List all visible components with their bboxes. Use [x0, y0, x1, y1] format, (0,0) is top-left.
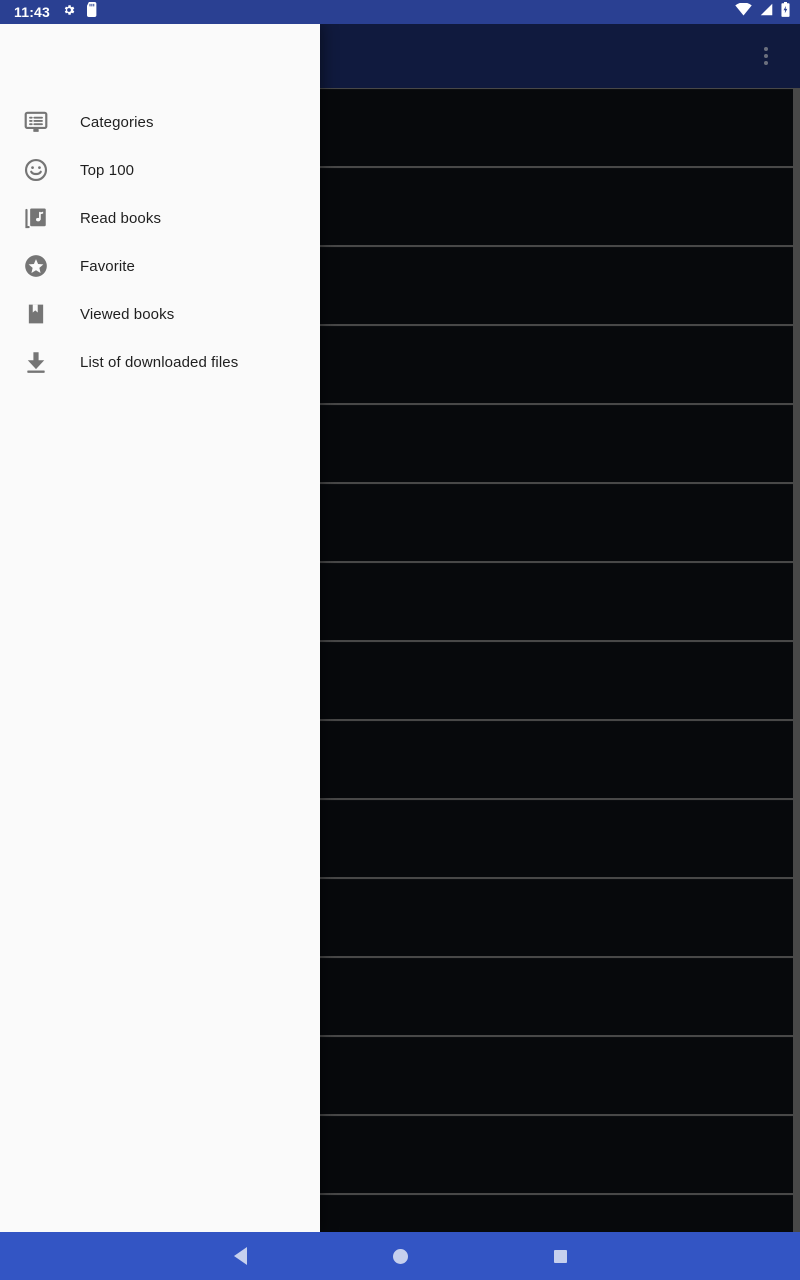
drawer-item-top-100[interactable]: Top 100	[0, 146, 320, 194]
sd-card-icon	[86, 2, 98, 22]
nav-home-button[interactable]	[320, 1232, 480, 1280]
settings-gear-icon	[62, 3, 76, 22]
circle-home-icon	[392, 1248, 408, 1264]
drawer-item-downloaded-files[interactable]: List of downloaded files	[0, 338, 320, 386]
nav-recents-button[interactable]	[480, 1232, 640, 1280]
status-bar-clock: 11:43	[14, 4, 51, 20]
drawer-item-favorite[interactable]: Favorite	[0, 242, 320, 290]
drawer-item-label: Viewed books	[80, 305, 175, 323]
drawer-item-label: List of downloaded files	[80, 353, 239, 371]
square-recents-icon	[553, 1249, 567, 1263]
categories-monitor-icon	[16, 102, 56, 142]
status-bar-system-icons	[735, 2, 790, 22]
download-arrow-icon	[16, 342, 56, 382]
app-screen: Categories Top 100 Read books Favorite V…	[0, 0, 800, 1280]
smiley-face-icon	[16, 150, 56, 190]
music-library-icon	[16, 198, 56, 238]
status-bar-notification-icons	[62, 2, 98, 22]
drawer-item-categories[interactable]: Categories	[0, 98, 320, 146]
drawer-item-label: Read books	[80, 209, 162, 227]
triangle-back-icon	[233, 1247, 247, 1265]
drawer-item-label: Categories	[80, 113, 154, 131]
wifi-icon	[735, 2, 752, 21]
drawer-item-read-books[interactable]: Read books	[0, 194, 320, 242]
drawer-item-viewed-books[interactable]: Viewed books	[0, 290, 320, 338]
navigation-drawer: Categories Top 100 Read books Favorite V…	[0, 24, 320, 1232]
system-navigation-bar	[0, 1232, 800, 1280]
nav-back-button[interactable]	[160, 1232, 320, 1280]
drawer-item-label: Favorite	[80, 257, 135, 275]
cellular-signal-icon	[759, 3, 774, 21]
status-bar: 11:43	[0, 0, 800, 24]
star-circle-icon	[16, 246, 56, 286]
drawer-item-label: Top 100	[80, 161, 135, 179]
bookmark-book-icon	[16, 294, 56, 334]
battery-icon	[781, 2, 790, 22]
